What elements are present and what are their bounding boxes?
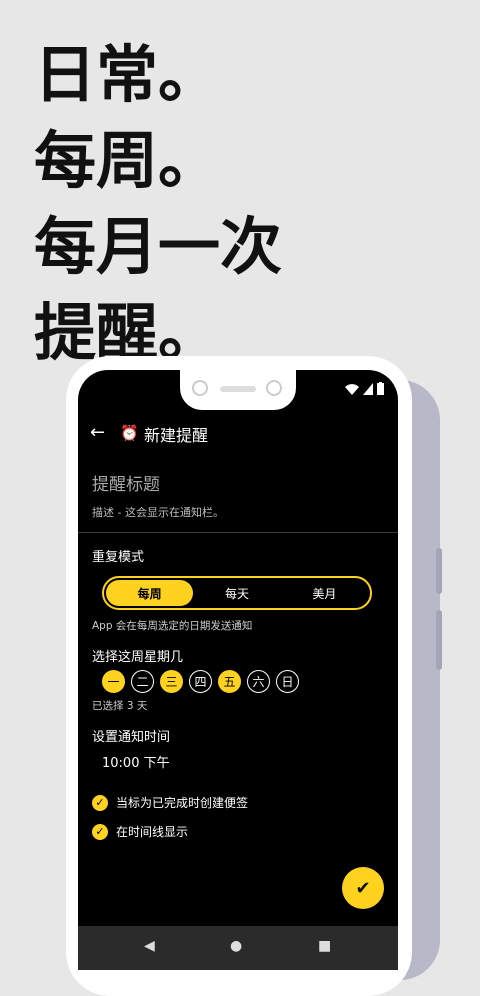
repeat-mode-label: 重复模式 (92, 550, 145, 565)
signal-icon (363, 383, 373, 395)
nav-recents-icon[interactable]: ■ (318, 938, 331, 954)
speaker (220, 386, 256, 392)
checkmark-icon: ✓ (92, 823, 108, 840)
weekday-label: 选择这周星期几 (92, 650, 184, 665)
show-timeline-label: 在时间线显示 (116, 825, 189, 839)
create-note-label: 当标为已完成时创建便签 (116, 796, 249, 810)
weekday-summary: 已选择 3 天 (92, 700, 148, 712)
notch (180, 370, 296, 410)
volume-button (436, 548, 442, 594)
divider (78, 532, 398, 533)
reminder-title-input[interactable]: 提醒标题 (92, 470, 160, 495)
nav-back-icon[interactable]: ◀ (144, 938, 155, 954)
sensor (266, 380, 282, 396)
checkmark-icon: ✓ (92, 794, 108, 811)
back-arrow-icon[interactable]: ← (90, 422, 105, 443)
nav-home-icon[interactable]: ● (230, 938, 242, 954)
headline-line-1: 日常。 (34, 38, 221, 111)
repeat-hint: App 会在每周选定的日期发送通知 (92, 620, 253, 632)
weekday-picker: 一 二 三 四 五 六 日 (102, 670, 299, 693)
headline-line-3: 每月一次 (34, 210, 283, 283)
weekday-sun[interactable]: 日 (276, 670, 299, 693)
create-note-option[interactable]: ✓ 当标为已完成时创建便签 (92, 794, 248, 811)
notify-time-label: 设置通知时间 (92, 730, 171, 745)
app-screen: ← ⏰ 新建提醒 提醒标题 描述 - 这会显示在通知栏。 重复模式 每周 每天 … (78, 370, 398, 970)
reminder-description-input[interactable]: 描述 - 这会显示在通知栏。 (92, 504, 224, 520)
app-bar: ← ⏰ 新建提醒 (78, 420, 398, 448)
power-button (436, 610, 442, 670)
notify-time-value[interactable]: 10:00 下午 (102, 752, 170, 771)
show-timeline-option[interactable]: ✓ 在时间线显示 (92, 823, 188, 840)
weekday-tue[interactable]: 二 (131, 670, 154, 693)
weekday-sat[interactable]: 六 (247, 670, 270, 693)
system-nav-bar: ◀ ● ■ (78, 926, 398, 970)
save-fab-button[interactable]: ✔ (342, 867, 384, 909)
status-bar (345, 382, 384, 395)
repeat-mode-selector: 每周 每天 美月 (102, 576, 372, 610)
headline-line-2: 每周。 (34, 124, 221, 197)
battery-icon (377, 382, 384, 395)
check-icon: ✔ (355, 877, 371, 899)
repeat-option-daily[interactable]: 每天 (193, 580, 280, 606)
weekday-wed[interactable]: 三 (160, 670, 183, 693)
weekday-mon[interactable]: 一 (102, 670, 125, 693)
weekday-fri[interactable]: 五 (218, 670, 241, 693)
headline: 日常。 每周。 每月一次 提醒。 (34, 32, 282, 376)
repeat-option-monthly[interactable]: 美月 (281, 580, 368, 606)
page-title: 新建提醒 (144, 426, 209, 445)
alarm-clock-icon: ⏰ (120, 424, 139, 442)
front-camera (192, 380, 208, 396)
repeat-option-weekly[interactable]: 每周 (106, 580, 194, 606)
wifi-icon (345, 384, 359, 395)
weekday-thu[interactable]: 四 (189, 670, 212, 693)
